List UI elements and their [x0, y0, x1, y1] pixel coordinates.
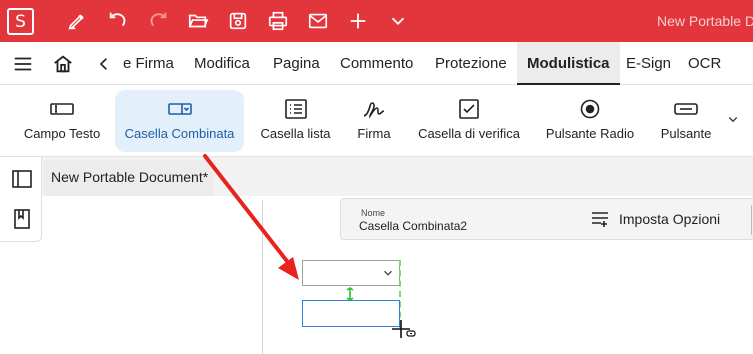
window-title: New Portable D [657, 13, 753, 29]
app-logo[interactable]: S [7, 8, 34, 35]
redo-icon[interactable] [145, 8, 171, 34]
tab-ocr[interactable]: OCR [688, 42, 721, 85]
scroll-tabs-left-icon[interactable] [92, 52, 116, 76]
ribbon-expand-chevron-icon[interactable] [724, 110, 742, 128]
home-icon[interactable] [51, 52, 75, 76]
mail-icon[interactable] [305, 8, 331, 34]
text-field-tool[interactable]: Campo Testo [12, 90, 112, 152]
set-options-label: Imposta Opzioni [619, 211, 721, 227]
list-box-icon [283, 97, 309, 121]
signature-tool[interactable]: Firma [345, 90, 403, 152]
spacing-guide-icon [346, 287, 354, 301]
page-left-edge [262, 200, 263, 354]
list-options-icon [592, 212, 608, 227]
side-panel-rail [0, 157, 42, 242]
tab-modifica[interactable]: Modifica [194, 42, 250, 85]
push-button-tool-label: Pulsante [660, 126, 712, 141]
save-icon[interactable] [225, 8, 251, 34]
text-field-icon [49, 97, 75, 121]
document-tab[interactable]: New Portable Document* [44, 160, 214, 196]
chevron-down-icon[interactable] [385, 8, 411, 34]
add-icon[interactable] [345, 8, 371, 34]
new-combo-box-placement[interactable] [302, 300, 400, 327]
tab-modulistica[interactable]: Modulistica [517, 42, 620, 85]
tab-pagina[interactable]: Pagina [273, 42, 320, 85]
list-box-tool[interactable]: Casella lista [253, 90, 338, 152]
combo-chevron-icon [384, 270, 392, 276]
forms-ribbon: Campo Testo Casella Combinata Casella li… [0, 85, 753, 157]
signature-icon [361, 97, 387, 121]
tab-commento[interactable]: Commento [340, 42, 413, 85]
title-bar: S New Portable D [0, 0, 753, 42]
menu-bar: e Firma Modifica Pagina Commento Protezi… [0, 42, 753, 85]
checkbox-icon [456, 97, 482, 121]
tab-protezione[interactable]: Protezione [435, 42, 507, 85]
checkbox-tool[interactable]: Casella di verifica [412, 90, 526, 152]
pen-icon[interactable] [64, 8, 90, 34]
undo-icon[interactable] [105, 8, 131, 34]
text-field-tool-label: Campo Testo [23, 126, 101, 141]
combo-box-field[interactable] [302, 260, 400, 286]
document-tab-label: New Portable Document* [51, 169, 209, 185]
radio-button-icon [577, 97, 603, 121]
panel-toggle-icon[interactable] [10, 167, 34, 191]
field-name-value[interactable]: Casella Combinata2 [359, 219, 467, 233]
combo-box-icon [167, 97, 193, 121]
crosshair-cursor-icon [392, 320, 416, 338]
prop-divider [751, 205, 752, 235]
field-properties-bar: Nome Casella Combinata2 Imposta Opzioni [340, 198, 753, 240]
open-folder-icon[interactable] [185, 8, 211, 34]
list-box-tool-label: Casella lista [260, 126, 331, 141]
tab-e-sign[interactable]: E-Sign [626, 42, 671, 85]
set-options-button[interactable]: Imposta Opzioni [591, 208, 720, 230]
signature-tool-label: Firma [357, 126, 391, 141]
hamburger-menu-icon[interactable] [11, 52, 35, 76]
combo-box-tool[interactable]: Casella Combinata [115, 90, 244, 152]
print-icon[interactable] [265, 8, 291, 34]
combo-box-tool-label: Casella Combinata [124, 126, 235, 141]
push-button-tool[interactable]: Pulsante [652, 90, 720, 152]
bookmark-icon[interactable] [10, 207, 34, 231]
tab-firma[interactable]: e Firma [123, 42, 174, 85]
app-logo-letter: S [15, 12, 26, 32]
field-name-label: Nome [361, 208, 386, 218]
radio-button-tool-label: Pulsante Radio [545, 126, 635, 141]
checkbox-tool-label: Casella di verifica [418, 126, 520, 141]
button-icon [673, 97, 699, 121]
radio-button-tool[interactable]: Pulsante Radio [540, 90, 640, 152]
